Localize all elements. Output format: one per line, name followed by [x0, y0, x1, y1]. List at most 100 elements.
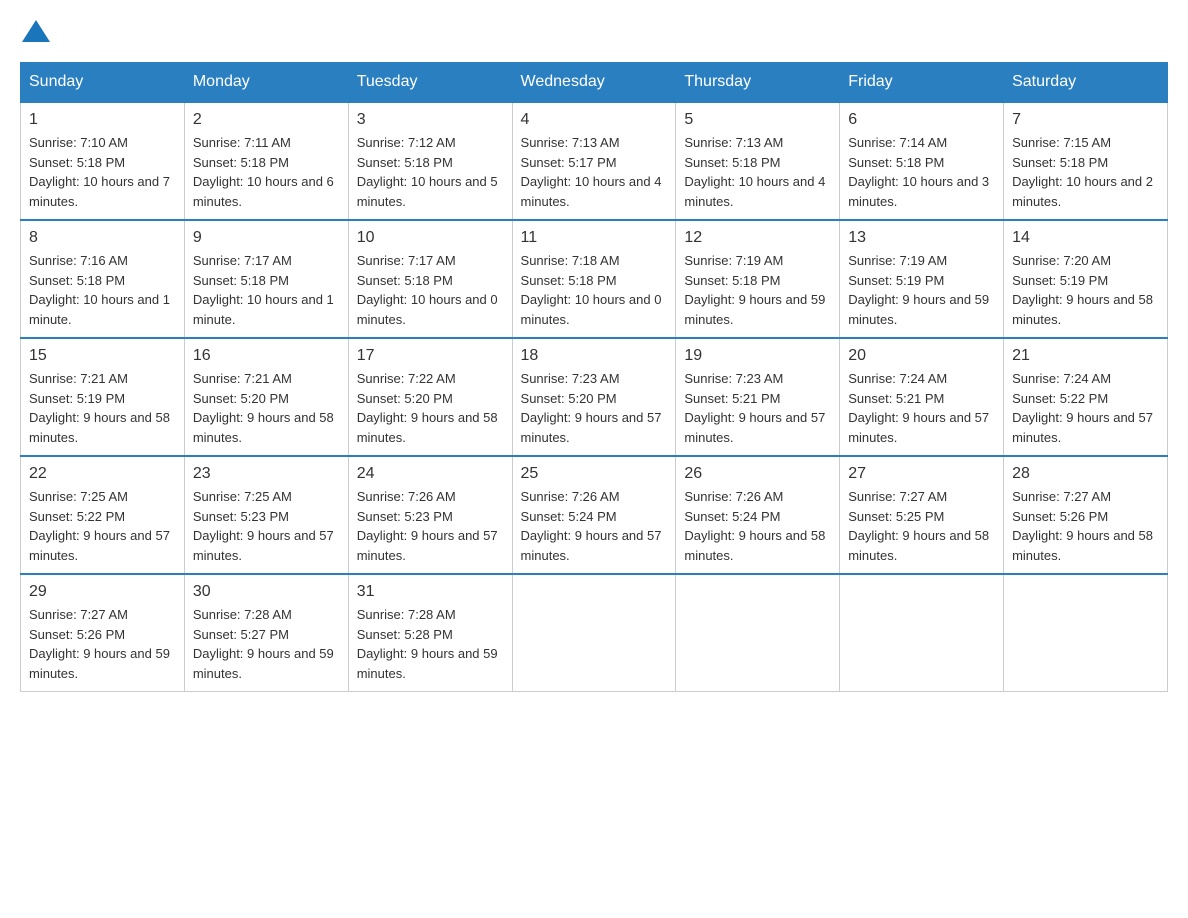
calendar-header-row: SundayMondayTuesdayWednesdayThursdayFrid… [21, 63, 1168, 103]
calendar-cell: 24 Sunrise: 7:26 AM Sunset: 5:23 PM Dayl… [348, 456, 512, 574]
calendar-cell: 14 Sunrise: 7:20 AM Sunset: 5:19 PM Dayl… [1004, 220, 1168, 338]
day-number: 10 [357, 229, 504, 247]
calendar-cell: 11 Sunrise: 7:18 AM Sunset: 5:18 PM Dayl… [512, 220, 676, 338]
calendar-cell [1004, 574, 1168, 692]
calendar-cell: 18 Sunrise: 7:23 AM Sunset: 5:20 PM Dayl… [512, 338, 676, 456]
calendar-cell: 31 Sunrise: 7:28 AM Sunset: 5:28 PM Dayl… [348, 574, 512, 692]
day-info: Sunrise: 7:21 AM Sunset: 5:20 PM Dayligh… [193, 369, 340, 447]
day-number: 27 [848, 465, 995, 483]
day-info: Sunrise: 7:23 AM Sunset: 5:20 PM Dayligh… [521, 369, 668, 447]
calendar-header-wednesday: Wednesday [512, 63, 676, 103]
page-header [20, 20, 1168, 42]
day-info: Sunrise: 7:20 AM Sunset: 5:19 PM Dayligh… [1012, 251, 1159, 329]
day-number: 6 [848, 111, 995, 129]
day-info: Sunrise: 7:13 AM Sunset: 5:17 PM Dayligh… [521, 133, 668, 211]
day-info: Sunrise: 7:21 AM Sunset: 5:19 PM Dayligh… [29, 369, 176, 447]
calendar-cell: 13 Sunrise: 7:19 AM Sunset: 5:19 PM Dayl… [840, 220, 1004, 338]
day-info: Sunrise: 7:26 AM Sunset: 5:23 PM Dayligh… [357, 487, 504, 565]
day-number: 20 [848, 347, 995, 365]
day-info: Sunrise: 7:14 AM Sunset: 5:18 PM Dayligh… [848, 133, 995, 211]
calendar-cell [512, 574, 676, 692]
day-info: Sunrise: 7:18 AM Sunset: 5:18 PM Dayligh… [521, 251, 668, 329]
calendar-week-row: 8 Sunrise: 7:16 AM Sunset: 5:18 PM Dayli… [21, 220, 1168, 338]
day-number: 5 [684, 111, 831, 129]
calendar-cell: 23 Sunrise: 7:25 AM Sunset: 5:23 PM Dayl… [184, 456, 348, 574]
calendar-week-row: 1 Sunrise: 7:10 AM Sunset: 5:18 PM Dayli… [21, 102, 1168, 220]
logo [20, 20, 52, 42]
day-info: Sunrise: 7:19 AM Sunset: 5:19 PM Dayligh… [848, 251, 995, 329]
day-number: 13 [848, 229, 995, 247]
day-number: 9 [193, 229, 340, 247]
day-number: 23 [193, 465, 340, 483]
day-number: 7 [1012, 111, 1159, 129]
day-info: Sunrise: 7:17 AM Sunset: 5:18 PM Dayligh… [193, 251, 340, 329]
calendar-cell: 8 Sunrise: 7:16 AM Sunset: 5:18 PM Dayli… [21, 220, 185, 338]
day-info: Sunrise: 7:22 AM Sunset: 5:20 PM Dayligh… [357, 369, 504, 447]
day-number: 30 [193, 583, 340, 601]
day-info: Sunrise: 7:10 AM Sunset: 5:18 PM Dayligh… [29, 133, 176, 211]
day-info: Sunrise: 7:17 AM Sunset: 5:18 PM Dayligh… [357, 251, 504, 329]
calendar-cell: 16 Sunrise: 7:21 AM Sunset: 5:20 PM Dayl… [184, 338, 348, 456]
day-number: 29 [29, 583, 176, 601]
calendar-cell: 7 Sunrise: 7:15 AM Sunset: 5:18 PM Dayli… [1004, 102, 1168, 220]
calendar-header-sunday: Sunday [21, 63, 185, 103]
day-info: Sunrise: 7:27 AM Sunset: 5:26 PM Dayligh… [1012, 487, 1159, 565]
day-info: Sunrise: 7:23 AM Sunset: 5:21 PM Dayligh… [684, 369, 831, 447]
calendar-header-saturday: Saturday [1004, 63, 1168, 103]
day-number: 12 [684, 229, 831, 247]
day-number: 8 [29, 229, 176, 247]
day-info: Sunrise: 7:13 AM Sunset: 5:18 PM Dayligh… [684, 133, 831, 211]
day-info: Sunrise: 7:25 AM Sunset: 5:22 PM Dayligh… [29, 487, 176, 565]
day-info: Sunrise: 7:11 AM Sunset: 5:18 PM Dayligh… [193, 133, 340, 211]
calendar-cell: 10 Sunrise: 7:17 AM Sunset: 5:18 PM Dayl… [348, 220, 512, 338]
day-number: 22 [29, 465, 176, 483]
calendar-cell: 21 Sunrise: 7:24 AM Sunset: 5:22 PM Dayl… [1004, 338, 1168, 456]
calendar-header-tuesday: Tuesday [348, 63, 512, 103]
calendar-header-friday: Friday [840, 63, 1004, 103]
day-info: Sunrise: 7:28 AM Sunset: 5:28 PM Dayligh… [357, 605, 504, 683]
calendar-cell [676, 574, 840, 692]
day-number: 11 [521, 229, 668, 247]
calendar-cell: 26 Sunrise: 7:26 AM Sunset: 5:24 PM Dayl… [676, 456, 840, 574]
day-info: Sunrise: 7:24 AM Sunset: 5:22 PM Dayligh… [1012, 369, 1159, 447]
day-number: 15 [29, 347, 176, 365]
calendar-cell: 19 Sunrise: 7:23 AM Sunset: 5:21 PM Dayl… [676, 338, 840, 456]
day-number: 14 [1012, 229, 1159, 247]
calendar-table: SundayMondayTuesdayWednesdayThursdayFrid… [20, 62, 1168, 692]
day-number: 3 [357, 111, 504, 129]
calendar-cell: 15 Sunrise: 7:21 AM Sunset: 5:19 PM Dayl… [21, 338, 185, 456]
day-info: Sunrise: 7:28 AM Sunset: 5:27 PM Dayligh… [193, 605, 340, 683]
logo-triangle-icon [22, 20, 50, 42]
day-number: 25 [521, 465, 668, 483]
day-info: Sunrise: 7:26 AM Sunset: 5:24 PM Dayligh… [684, 487, 831, 565]
day-number: 26 [684, 465, 831, 483]
calendar-header-thursday: Thursday [676, 63, 840, 103]
calendar-cell [840, 574, 1004, 692]
day-number: 4 [521, 111, 668, 129]
calendar-cell: 27 Sunrise: 7:27 AM Sunset: 5:25 PM Dayl… [840, 456, 1004, 574]
day-info: Sunrise: 7:16 AM Sunset: 5:18 PM Dayligh… [29, 251, 176, 329]
day-info: Sunrise: 7:15 AM Sunset: 5:18 PM Dayligh… [1012, 133, 1159, 211]
day-number: 21 [1012, 347, 1159, 365]
calendar-cell: 25 Sunrise: 7:26 AM Sunset: 5:24 PM Dayl… [512, 456, 676, 574]
calendar-cell: 2 Sunrise: 7:11 AM Sunset: 5:18 PM Dayli… [184, 102, 348, 220]
calendar-cell: 17 Sunrise: 7:22 AM Sunset: 5:20 PM Dayl… [348, 338, 512, 456]
day-info: Sunrise: 7:19 AM Sunset: 5:18 PM Dayligh… [684, 251, 831, 329]
calendar-cell: 30 Sunrise: 7:28 AM Sunset: 5:27 PM Dayl… [184, 574, 348, 692]
day-info: Sunrise: 7:25 AM Sunset: 5:23 PM Dayligh… [193, 487, 340, 565]
calendar-week-row: 22 Sunrise: 7:25 AM Sunset: 5:22 PM Dayl… [21, 456, 1168, 574]
calendar-cell: 1 Sunrise: 7:10 AM Sunset: 5:18 PM Dayli… [21, 102, 185, 220]
calendar-week-row: 29 Sunrise: 7:27 AM Sunset: 5:26 PM Dayl… [21, 574, 1168, 692]
day-info: Sunrise: 7:27 AM Sunset: 5:26 PM Dayligh… [29, 605, 176, 683]
calendar-cell: 29 Sunrise: 7:27 AM Sunset: 5:26 PM Dayl… [21, 574, 185, 692]
calendar-cell: 4 Sunrise: 7:13 AM Sunset: 5:17 PM Dayli… [512, 102, 676, 220]
day-number: 1 [29, 111, 176, 129]
day-number: 18 [521, 347, 668, 365]
day-info: Sunrise: 7:27 AM Sunset: 5:25 PM Dayligh… [848, 487, 995, 565]
calendar-cell: 28 Sunrise: 7:27 AM Sunset: 5:26 PM Dayl… [1004, 456, 1168, 574]
calendar-cell: 9 Sunrise: 7:17 AM Sunset: 5:18 PM Dayli… [184, 220, 348, 338]
day-number: 2 [193, 111, 340, 129]
day-number: 31 [357, 583, 504, 601]
day-info: Sunrise: 7:24 AM Sunset: 5:21 PM Dayligh… [848, 369, 995, 447]
calendar-header-monday: Monday [184, 63, 348, 103]
